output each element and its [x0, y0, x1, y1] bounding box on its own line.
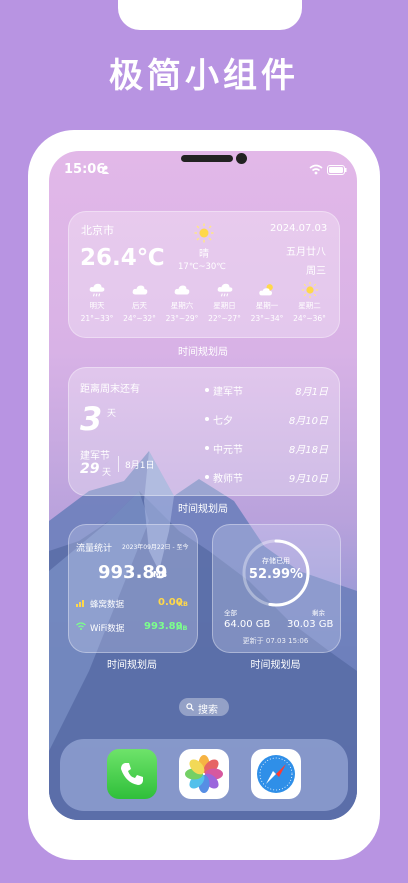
- holiday-name: 七夕: [213, 416, 233, 427]
- cell-unit: KB: [178, 600, 188, 608]
- storage-total: 64.00 GB: [224, 619, 271, 630]
- wifi-label: WiFi数据: [90, 624, 125, 634]
- forecast-range: 24°~32°: [123, 314, 156, 323]
- status-time: 15:06: [64, 162, 106, 177]
- compass-glyph: [257, 755, 295, 793]
- rain-icon: [78, 281, 116, 299]
- countdown-unit: 天: [107, 409, 117, 419]
- bullet: [205, 446, 209, 450]
- sun-icon: [291, 281, 329, 299]
- traffic-title: 流量统计: [76, 544, 113, 554]
- forecast-day: 明天 21°~33°: [78, 281, 116, 323]
- bullet: [205, 475, 209, 479]
- storage-updated: 更新于 07.03 15:06: [242, 637, 309, 645]
- forecast-day-label: 明天: [89, 301, 105, 310]
- storage-used-label: 存储已用: [262, 557, 290, 565]
- holiday-date: 8月1日: [295, 387, 328, 398]
- countdown-sub-days: 29: [80, 461, 100, 477]
- cellular-icon: [76, 600, 84, 607]
- phone-icon[interactable]: [107, 749, 157, 799]
- weather-condition: 晴: [199, 249, 209, 260]
- handset-glyph: [121, 763, 143, 785]
- photos-flower: [185, 755, 223, 793]
- forecast-range: 23°~34°: [250, 314, 284, 323]
- forecast-day: 星期日 22°~27°: [206, 281, 244, 323]
- forecast-day: 星期二 24°~36°: [291, 281, 329, 323]
- widget-caption: 时间规划局: [178, 347, 228, 358]
- storage-remain-label: 剩余: [312, 609, 325, 617]
- bullet: [205, 417, 209, 421]
- countdown-sub-name: 建军节: [80, 451, 110, 462]
- holiday-name: 中元节: [213, 445, 243, 456]
- holiday-date: 8月18日: [288, 445, 328, 456]
- forecast-range: 22°~27°: [208, 314, 241, 323]
- forecast-range: 24°~36°: [293, 314, 326, 323]
- photos-icon[interactable]: [179, 749, 229, 799]
- wifi-unit: MB: [176, 624, 188, 632]
- battery-icon: [327, 165, 347, 175]
- forecast-day: 星期一 23°~34°: [248, 281, 286, 323]
- countdown-sub-unit: 天: [102, 468, 112, 478]
- countdown-sub-date: 8月1日: [125, 461, 155, 471]
- promo-title: 极简小组件: [109, 56, 299, 96]
- forecast-day-label: 星期日: [213, 301, 236, 310]
- holiday-name: 建军节: [213, 387, 243, 398]
- widget-caption: 时间规划局: [107, 660, 157, 671]
- weather-lunar: 五月廿八: [286, 247, 326, 258]
- forecast-day-label: 星期六: [170, 301, 194, 310]
- weather-city: 北京市: [81, 224, 114, 237]
- rain-icon: [206, 281, 244, 299]
- weather-temp: 26.4℃: [80, 245, 165, 271]
- holiday-date: 8月10日: [288, 416, 328, 427]
- weather-weekday: 周三: [306, 266, 326, 277]
- storage-remain: 30.03 GB: [287, 619, 334, 630]
- weather-date: 2024.07.03: [270, 223, 328, 234]
- search-icon: [186, 703, 194, 711]
- notch: [118, 0, 302, 30]
- countdown-days: 3: [80, 400, 103, 438]
- wifi-small-icon: [76, 622, 86, 630]
- cell-label: 蜂窝数据: [90, 600, 125, 610]
- holiday-name: 教师节: [213, 474, 243, 485]
- forecast-range: 21°~33°: [80, 314, 114, 323]
- wifi-icon: [309, 164, 323, 175]
- forecast-day-label: 后天: [132, 301, 147, 310]
- countdown-label: 距离周末还有: [80, 384, 140, 395]
- sun-icon: [194, 223, 214, 243]
- forecast-day-label: 星期二: [298, 301, 321, 310]
- person-icon: [101, 165, 110, 174]
- safari-icon[interactable]: [251, 749, 301, 799]
- traffic-period: 2023年09月22日 - 至今: [122, 544, 189, 551]
- storage-total-label: 全部: [224, 609, 237, 617]
- holiday-date: 9月10日: [288, 474, 328, 485]
- speaker: [181, 155, 233, 162]
- cloud-icon: [163, 281, 201, 299]
- front-camera: [236, 153, 247, 164]
- weather-range: 17℃~30℃: [178, 262, 226, 272]
- forecast-day: 后天 24°~32°: [121, 281, 159, 323]
- cloud-icon: [121, 281, 159, 299]
- search-button[interactable]: 搜索: [179, 698, 229, 716]
- forecast-day: 星期六 23°~29°: [163, 281, 201, 323]
- forecast-day-label: 星期一: [255, 301, 279, 310]
- bullet: [205, 388, 209, 392]
- search-label: 搜索: [198, 705, 218, 716]
- storage-percent: 52.99%: [248, 567, 304, 582]
- widget-caption: 时间规划局: [250, 660, 301, 671]
- partly-cloudy-icon: [248, 281, 286, 299]
- divider: [118, 456, 119, 472]
- forecast-range: 23°~29°: [165, 314, 199, 323]
- traffic-total-unit: MB: [153, 570, 168, 579]
- widget-caption: 时间规划局: [178, 504, 228, 515]
